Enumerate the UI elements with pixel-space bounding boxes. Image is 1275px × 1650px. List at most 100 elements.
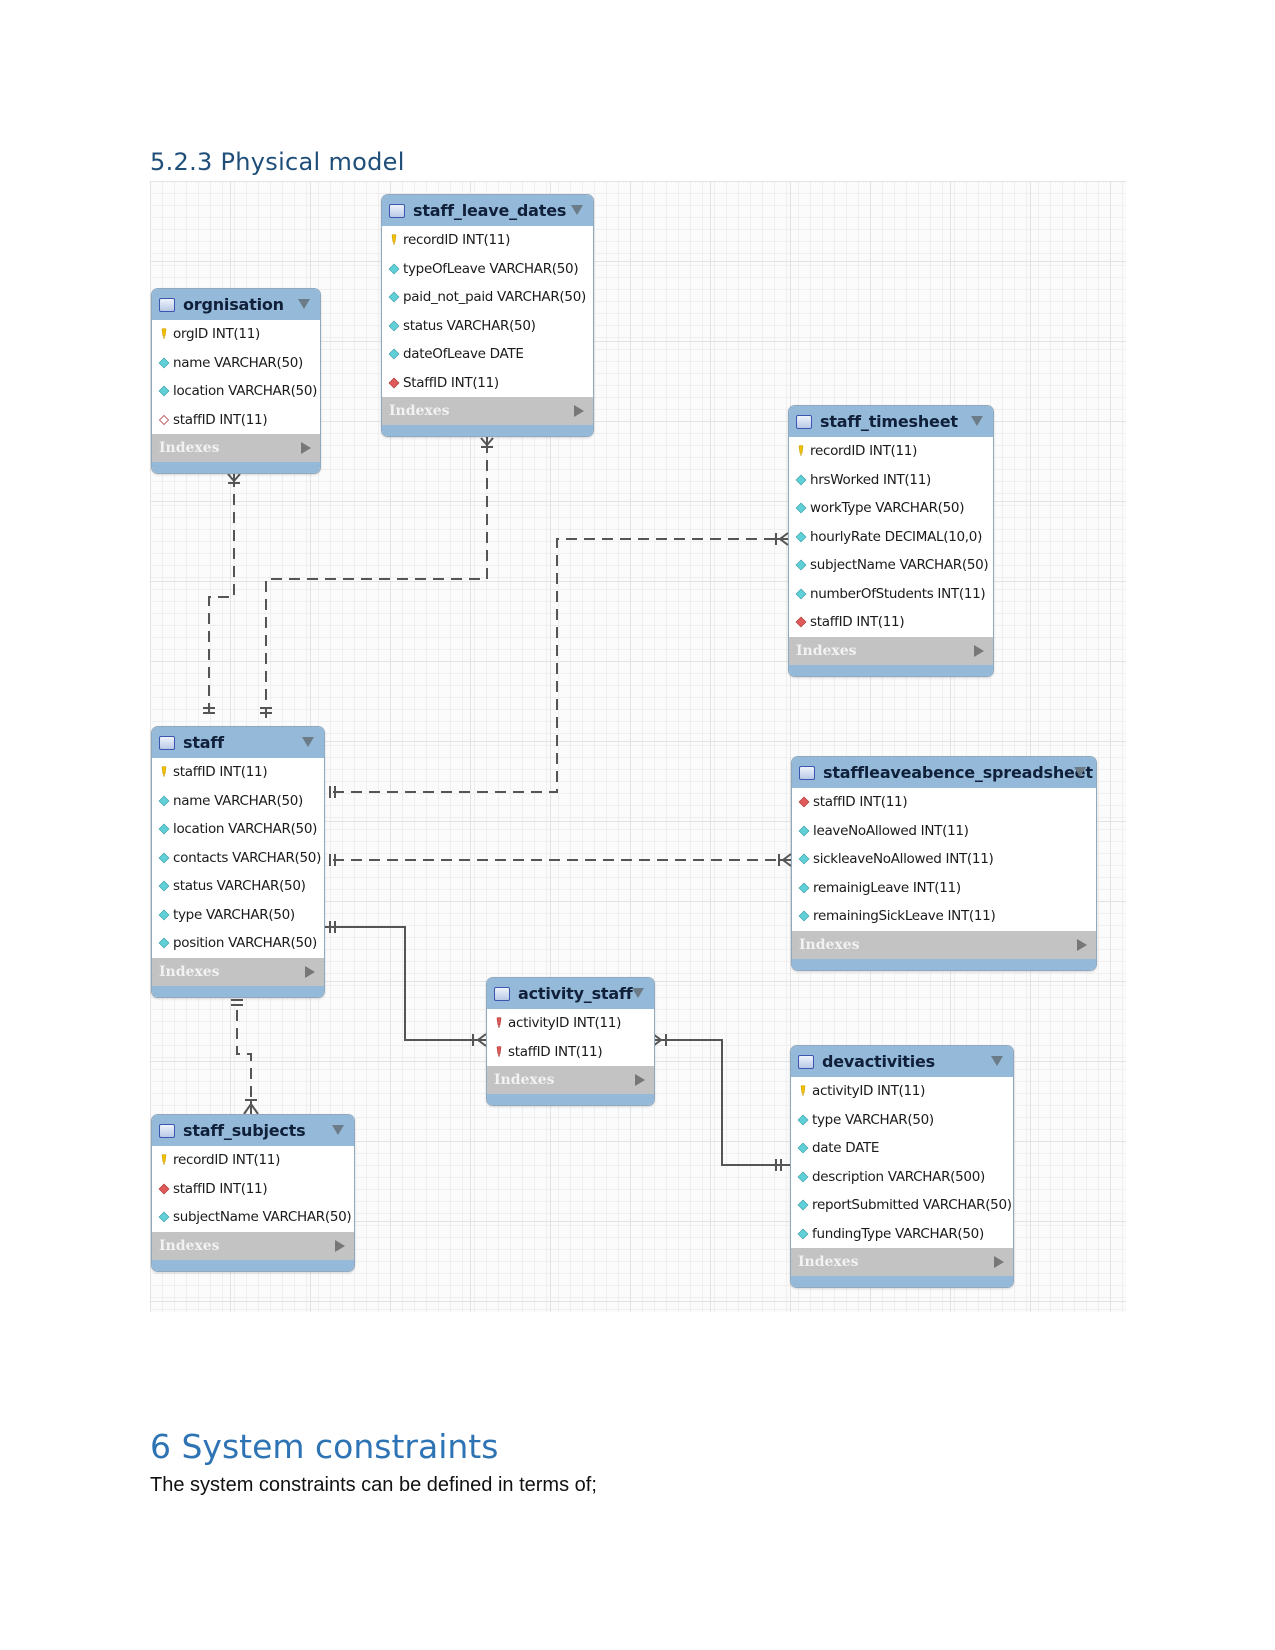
column-row[interactable]: staffID INT(11) (152, 758, 324, 787)
primary-key-icon (158, 766, 170, 778)
table-icon (494, 986, 510, 1001)
column-icon (798, 825, 810, 837)
column-row[interactable]: hourlyRate DECIMAL(10,0) (789, 523, 993, 552)
table-staff-timesheet[interactable]: staff_timesheet recordID INT(11) hrsWorke… (788, 405, 994, 677)
table-devactivities[interactable]: devactivities activityID INT(11) type VAR… (790, 1045, 1014, 1288)
column-row[interactable]: type VARCHAR(50) (791, 1106, 1013, 1135)
column-row[interactable]: subjectName VARCHAR(50) (152, 1203, 354, 1232)
table-activity-staff[interactable]: activity_staff activityID INT(11) staffID… (486, 977, 655, 1106)
column-row[interactable]: staffID INT(11) (789, 608, 993, 637)
table-header[interactable]: activity_staff (487, 978, 654, 1009)
column-row[interactable]: name VARCHAR(50) (152, 787, 324, 816)
table-header[interactable]: orgnisation (152, 289, 320, 320)
column-row[interactable]: fundingType VARCHAR(50) (791, 1220, 1013, 1249)
column-row[interactable]: paid_not_paid VARCHAR(50) (382, 283, 593, 312)
column-row[interactable]: subjectName VARCHAR(50) (789, 551, 993, 580)
column-label: staffID INT(11) (813, 794, 908, 811)
column-row[interactable]: remainingSickLeave INT(11) (792, 902, 1096, 931)
foreign-key-icon (388, 377, 400, 389)
column-label: dateOfLeave DATE (403, 346, 524, 363)
column-row[interactable]: type VARCHAR(50) (152, 901, 324, 930)
column-icon (797, 1114, 809, 1126)
column-row[interactable]: staffID INT(11) (487, 1038, 654, 1067)
column-row[interactable]: orgID INT(11) (152, 320, 320, 349)
column-row[interactable]: location VARCHAR(50) (152, 377, 320, 406)
table-name: staff_leave_dates (413, 201, 567, 220)
column-row[interactable]: staffID INT(11) (792, 788, 1096, 817)
column-label: sickleaveNoAllowed INT(11) (813, 851, 994, 868)
indexes-section[interactable]: Indexes (152, 434, 320, 462)
column-row[interactable]: position VARCHAR(50) (152, 929, 324, 958)
indexes-section[interactable]: Indexes (791, 1248, 1013, 1276)
column-row[interactable]: workType VARCHAR(50) (789, 494, 993, 523)
table-footer (152, 1259, 354, 1271)
indexes-section[interactable]: Indexes (382, 397, 593, 425)
column-row[interactable]: staffID INT(11) (152, 406, 320, 435)
table-header[interactable]: staff_subjects (152, 1115, 354, 1146)
column-row[interactable]: leaveNoAllowed INT(11) (792, 817, 1096, 846)
collapse-caret-icon[interactable] (971, 416, 983, 426)
column-row[interactable]: numberOfStudents INT(11) (789, 580, 993, 609)
table-header[interactable]: staffleaveabence_spreadsheet (792, 757, 1096, 788)
column-label: activityID INT(11) (812, 1083, 926, 1100)
column-row[interactable]: staffID INT(11) (152, 1175, 354, 1204)
column-icon (158, 937, 170, 949)
table-header[interactable]: staff_leave_dates (382, 195, 593, 226)
column-row[interactable]: location VARCHAR(50) (152, 815, 324, 844)
expand-arrow-icon[interactable] (1077, 938, 1087, 951)
collapse-caret-icon[interactable] (632, 988, 644, 998)
column-row[interactable]: name VARCHAR(50) (152, 349, 320, 378)
column-icon (797, 1199, 809, 1211)
indexes-section[interactable]: Indexes (487, 1066, 654, 1094)
table-header[interactable]: staff (152, 727, 324, 758)
indexes-section[interactable]: Indexes (789, 636, 993, 665)
table-header[interactable]: staff_timesheet (789, 406, 993, 437)
indexes-label: Indexes (494, 1072, 555, 1088)
table-footer (791, 1276, 1013, 1287)
column-row[interactable]: recordID INT(11) (789, 437, 993, 466)
column-row[interactable]: remainigLeave INT(11) (792, 874, 1096, 903)
collapse-caret-icon[interactable] (298, 299, 310, 309)
column-row[interactable]: reportSubmitted VARCHAR(50) (791, 1191, 1013, 1220)
column-row[interactable]: hrsWorked INT(11) (789, 466, 993, 495)
table-header[interactable]: devactivities (791, 1046, 1013, 1077)
table-staff-subjects[interactable]: staff_subjects recordID INT(11) staffID I… (151, 1114, 355, 1272)
expand-arrow-icon[interactable] (635, 1074, 645, 1086)
column-row[interactable]: activityID INT(11) (487, 1009, 654, 1038)
column-row[interactable]: typeOfLeave VARCHAR(50) (382, 255, 593, 284)
indexes-section[interactable]: Indexes (152, 1231, 354, 1260)
column-row[interactable]: description VARCHAR(500) (791, 1163, 1013, 1192)
indexes-section[interactable]: Indexes (792, 930, 1096, 959)
table-staff-leave-dates[interactable]: staff_leave_dates recordID INT(11) typeOf… (381, 194, 594, 437)
expand-arrow-icon[interactable] (994, 1256, 1004, 1268)
column-row[interactable]: dateOfLeave DATE (382, 340, 593, 369)
column-row[interactable]: activityID INT(11) (791, 1077, 1013, 1106)
indexes-section[interactable]: Indexes (152, 957, 324, 986)
column-row[interactable]: recordID INT(11) (152, 1146, 354, 1175)
body-paragraph: The system constraints can be defined in… (150, 1474, 597, 1496)
collapse-caret-icon[interactable] (991, 1056, 1003, 1066)
column-row[interactable]: status VARCHAR(50) (382, 312, 593, 341)
column-label: staffID INT(11) (810, 614, 905, 631)
column-row[interactable]: contacts VARCHAR(50) (152, 844, 324, 873)
expand-arrow-icon[interactable] (974, 644, 984, 657)
expand-arrow-icon[interactable] (305, 965, 315, 978)
table-orgnisation[interactable]: orgnisation orgID INT(11) name VARCHAR(50… (151, 288, 321, 474)
collapse-caret-icon[interactable] (1074, 767, 1086, 777)
column-row[interactable]: sickleaveNoAllowed INT(11) (792, 845, 1096, 874)
table-staffleaveabence-spreadsheet[interactable]: staffleaveabence_spreadsheet staffID INT… (791, 756, 1097, 971)
column-row[interactable]: recordID INT(11) (382, 226, 593, 255)
table-staff[interactable]: staff staffID INT(11) name VARCHAR(50) loc… (151, 726, 325, 998)
column-icon (795, 531, 807, 543)
expand-arrow-icon[interactable] (335, 1239, 345, 1252)
column-row[interactable]: status VARCHAR(50) (152, 872, 324, 901)
column-row[interactable]: StaffID INT(11) (382, 369, 593, 398)
column-row[interactable]: date DATE (791, 1134, 1013, 1163)
expand-arrow-icon[interactable] (574, 405, 584, 417)
expand-arrow-icon[interactable] (301, 442, 311, 454)
column-label: orgID INT(11) (173, 326, 260, 343)
collapse-caret-icon[interactable] (302, 737, 314, 747)
column-icon (798, 853, 810, 865)
collapse-caret-icon[interactable] (571, 205, 583, 215)
collapse-caret-icon[interactable] (332, 1125, 344, 1135)
